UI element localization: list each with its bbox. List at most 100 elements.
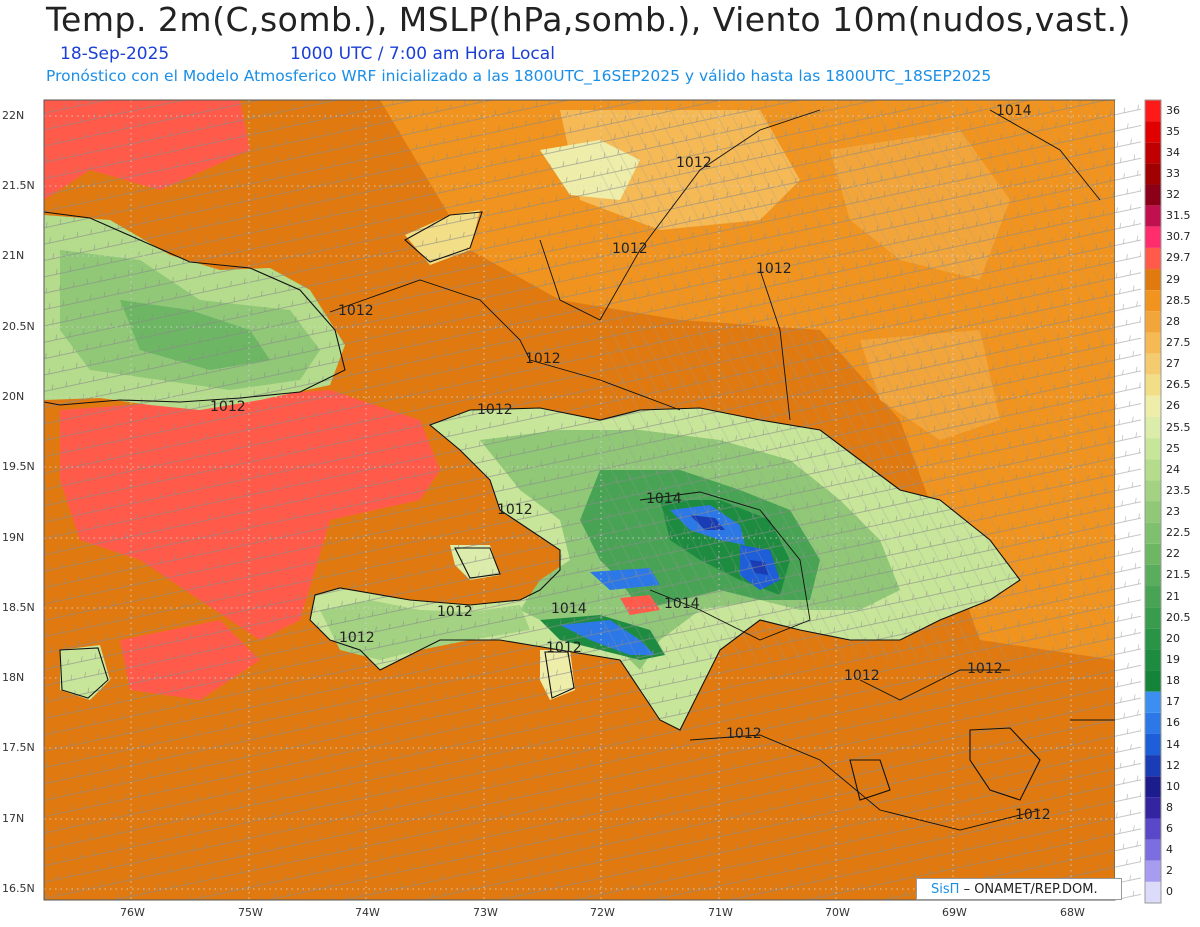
colorbar-label: 20.5 xyxy=(1166,610,1191,624)
colorbar-label: 14 xyxy=(1166,737,1180,751)
colorbar-swatch xyxy=(1145,311,1161,333)
lon-label: 73W xyxy=(473,906,498,919)
colorbar-swatch xyxy=(1145,670,1161,692)
colorbar-swatch xyxy=(1145,881,1161,903)
colorbar-label: 25.5 xyxy=(1166,420,1191,434)
colorbar-swatch xyxy=(1145,691,1161,713)
colorbar-label: 30.7 xyxy=(1166,230,1191,244)
colorbar-swatch xyxy=(1145,776,1161,798)
colorbar-swatch xyxy=(1145,395,1161,417)
credit-text: – ONAMET/REP.DOM. xyxy=(963,882,1098,897)
isobar-label: 1012 xyxy=(967,661,1003,677)
isobar-label: 1012 xyxy=(612,241,648,257)
lon-label: 72W xyxy=(590,906,615,919)
colorbar-swatch xyxy=(1145,860,1161,882)
colorbar-label: 0 xyxy=(1166,885,1173,899)
colorbar-swatch xyxy=(1145,353,1161,375)
colorbar-label: 35 xyxy=(1166,124,1180,138)
colorbar-swatch xyxy=(1145,649,1161,671)
colorbar-label: 26.5 xyxy=(1166,378,1191,392)
colorbar-label: 22.5 xyxy=(1166,526,1191,540)
colorbar-label: 10 xyxy=(1166,779,1180,793)
colorbar-swatch xyxy=(1145,332,1161,354)
colorbar-swatch xyxy=(1145,205,1161,227)
lon-label: 68W xyxy=(1060,906,1085,919)
colorbar-label: 21 xyxy=(1166,589,1180,603)
colorbar-swatch xyxy=(1145,755,1161,777)
isobar-label: 1012 xyxy=(756,261,792,277)
isobar-label: 1012 xyxy=(339,630,375,646)
lat-label: 18N xyxy=(2,671,25,684)
isobar-label: 1012 xyxy=(1015,807,1051,823)
colorbar-swatch xyxy=(1145,712,1161,734)
colorbar-label: 33 xyxy=(1166,166,1180,180)
colorbar-swatch xyxy=(1145,607,1161,629)
colorbar-label: 25 xyxy=(1166,441,1180,455)
colorbar-label: 27.5 xyxy=(1166,336,1191,349)
credit-brand: SisΠ xyxy=(931,882,960,897)
colorbar-swatch xyxy=(1145,226,1161,248)
isobar-label: 1012 xyxy=(546,640,582,656)
colorbar-swatch xyxy=(1145,797,1161,819)
colorbar-swatch xyxy=(1145,142,1161,164)
colorbar-label: 18 xyxy=(1166,674,1180,688)
colorbar-swatch xyxy=(1145,586,1161,608)
colorbar-label: 32 xyxy=(1166,188,1180,202)
colorbar-swatch xyxy=(1145,543,1161,565)
isobar-label: 1014 xyxy=(646,491,682,507)
weather-map: 1014 1012 1012 1012 1012 1012 1012 1012 … xyxy=(43,99,1162,904)
colorbar-label: 28.5 xyxy=(1166,293,1191,307)
lat-label: 20.5N xyxy=(2,320,35,333)
colorbar xyxy=(1144,99,1162,904)
colorbar-swatch xyxy=(1145,818,1161,840)
isobar-label: 1012 xyxy=(726,726,762,742)
lat-label: 21N xyxy=(2,249,25,262)
colorbar-swatch xyxy=(1145,438,1161,460)
isobar-label: 1014 xyxy=(996,103,1032,119)
colorbar-swatch xyxy=(1145,247,1161,270)
lon-label: 76W xyxy=(120,906,145,919)
lat-label: 21.5N xyxy=(2,179,35,192)
colorbar-swatch xyxy=(1145,839,1161,861)
colorbar-label: 23 xyxy=(1166,505,1180,519)
colorbar-swatch xyxy=(1145,733,1161,756)
isobar-label: 1014 xyxy=(664,596,700,612)
colorbar-label: 34 xyxy=(1166,145,1180,159)
lat-label: 22N xyxy=(2,109,25,122)
colorbar-label: 21.5 xyxy=(1166,568,1191,582)
colorbar-label: 26 xyxy=(1166,399,1180,413)
colorbar-label: 4 xyxy=(1166,843,1173,857)
colorbar-swatch xyxy=(1145,480,1161,502)
colorbar-swatch xyxy=(1145,564,1161,587)
colorbar-label: 31.5 xyxy=(1166,209,1191,223)
colorbar-label: 6 xyxy=(1166,822,1173,836)
colorbar-swatch xyxy=(1145,501,1161,523)
colorbar-label: 2 xyxy=(1166,864,1173,878)
colorbar-label: 27 xyxy=(1166,357,1180,371)
lon-label: 69W xyxy=(942,906,967,919)
isobar-label: 1012 xyxy=(676,155,712,171)
lat-label: 17.5N xyxy=(2,741,35,754)
colorbar-label: 28 xyxy=(1166,314,1180,328)
colorbar-swatch xyxy=(1145,163,1161,185)
isobar-label: 1012 xyxy=(844,668,880,684)
lat-label: 17N xyxy=(2,812,25,825)
isobar-label: 1012 xyxy=(210,399,246,415)
lon-label: 74W xyxy=(355,906,380,919)
colorbar-label: 36 xyxy=(1166,103,1180,117)
colorbar-swatch xyxy=(1145,374,1161,396)
colorbar-label: 17 xyxy=(1166,695,1180,709)
colorbar-swatch xyxy=(1145,628,1161,650)
colorbar-swatch xyxy=(1145,459,1161,481)
colorbar-label: 20 xyxy=(1166,631,1180,645)
colorbar-swatch xyxy=(1145,416,1161,439)
lon-label: 71W xyxy=(708,906,733,919)
colorbar-label: 16 xyxy=(1166,716,1180,730)
isobar-label: 1012 xyxy=(437,604,473,620)
colorbar-swatch xyxy=(1145,100,1161,122)
colorbar-swatch xyxy=(1145,290,1161,312)
colorbar-swatch xyxy=(1145,522,1161,544)
colorbar-label: 22 xyxy=(1166,547,1180,561)
colorbar-label: 29.7 xyxy=(1166,251,1191,265)
lat-label: 18.5N xyxy=(2,601,35,614)
